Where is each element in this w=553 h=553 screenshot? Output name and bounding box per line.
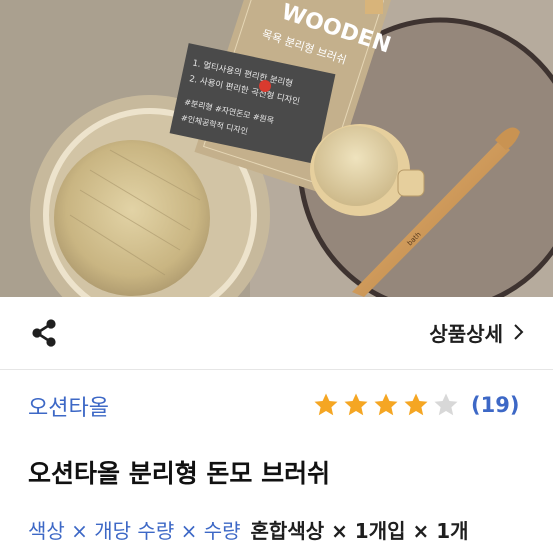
option-value: 혼합색상 × 1개입 × 1개 bbox=[250, 519, 469, 543]
chevron-right-icon bbox=[514, 324, 524, 340]
product-image[interactable]: WOODEN 목욕 분리형 브러쉬 1. 멀티사용의 편리한 분리형 2. 사용… bbox=[0, 0, 553, 297]
share-button[interactable] bbox=[26, 315, 62, 351]
product-title: 오션타올 분리형 돈모 브러쉬 bbox=[28, 459, 331, 488]
product-photo-illustration: WOODEN 목욕 분리형 브러쉬 1. 멀티사용의 편리한 분리형 2. 사용… bbox=[0, 0, 553, 297]
option-summary: 색상 × 개당 수량 × 수량 혼합색상 × 1개입 × 1개 bbox=[28, 515, 469, 544]
share-icon bbox=[32, 319, 56, 347]
star-filled-icon bbox=[344, 393, 368, 416]
star-filled-icon bbox=[374, 393, 398, 416]
rating-stars bbox=[313, 392, 463, 418]
product-detail-label: 상품상세 bbox=[429, 321, 503, 346]
rating-summary[interactable]: (19) bbox=[313, 390, 519, 420]
product-detail-link[interactable]: 상품상세 bbox=[429, 317, 525, 347]
option-label: 색상 × 개당 수량 × 수량 bbox=[28, 519, 241, 543]
star-empty-icon bbox=[434, 393, 458, 416]
star-filled-icon bbox=[314, 393, 338, 416]
star-filled-icon bbox=[404, 393, 428, 416]
review-count: (19) bbox=[471, 393, 520, 417]
action-bar: 상품상세 bbox=[0, 297, 553, 370]
shop-name-link[interactable]: 오션타올 bbox=[28, 390, 109, 422]
